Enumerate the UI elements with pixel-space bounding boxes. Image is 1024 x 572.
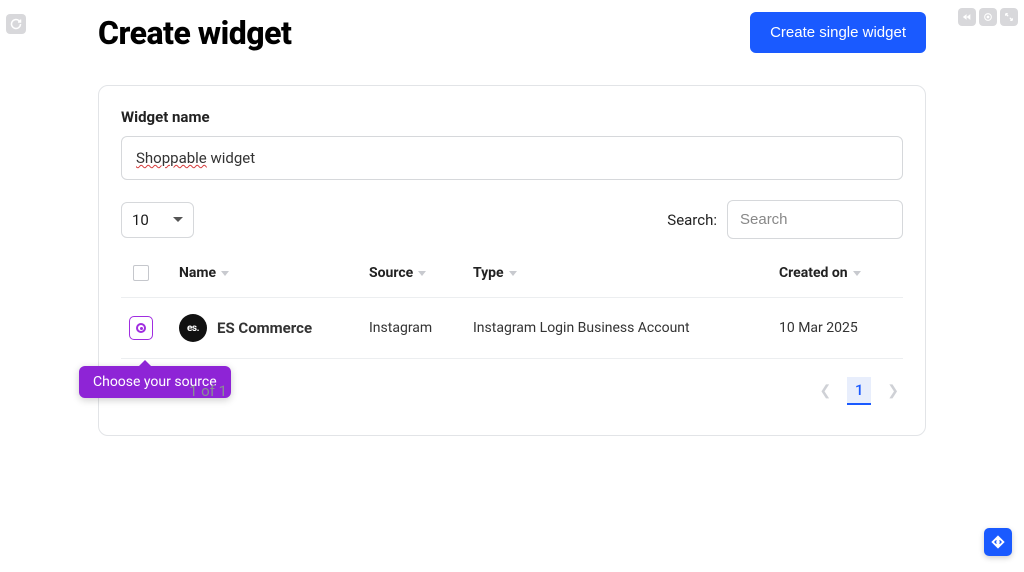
row-type: Instagram Login Business Account — [473, 320, 779, 336]
refresh-button[interactable] — [6, 14, 26, 34]
page-title: Create widget — [98, 14, 291, 52]
chevron-down-icon — [173, 217, 183, 222]
column-source[interactable]: Source — [369, 265, 473, 281]
code-icon — [990, 534, 1006, 550]
avatar: es. — [179, 314, 207, 342]
widget-name-label: Widget name — [121, 108, 903, 126]
row-created: 10 Mar 2025 — [779, 320, 899, 336]
target-icon — [983, 12, 993, 22]
page-next[interactable]: ❯ — [883, 379, 903, 403]
target-button[interactable] — [979, 8, 997, 26]
search-input[interactable] — [727, 200, 903, 239]
create-single-widget-button[interactable]: Create single widget — [750, 12, 926, 53]
sources-table: Name Source Type Created on Choose your … — [121, 251, 903, 359]
column-name[interactable]: Name — [179, 265, 369, 281]
refresh-icon — [10, 18, 22, 30]
column-type[interactable]: Type — [473, 265, 779, 281]
select-all-checkbox[interactable] — [133, 265, 149, 281]
sort-caret-icon — [509, 271, 517, 276]
page-number[interactable]: 1 — [847, 377, 871, 405]
page-prev[interactable]: ❮ — [816, 379, 836, 403]
page-size-value: 10 — [132, 211, 149, 229]
target-dot-icon — [136, 323, 146, 333]
widget-name-input[interactable]: Shoppable widget — [121, 136, 903, 180]
expand-button[interactable] — [1000, 8, 1018, 26]
showing-count: 1 of 1 — [189, 382, 227, 400]
expand-icon — [1004, 12, 1014, 22]
search-label: Search: — [667, 211, 717, 229]
table-header: Name Source Type Created on — [121, 251, 903, 298]
fastback-button[interactable] — [958, 8, 976, 26]
sort-caret-icon — [221, 271, 229, 276]
column-created[interactable]: Created on — [779, 265, 899, 281]
sort-caret-icon — [418, 271, 426, 276]
page-size-select[interactable]: 10 — [121, 202, 194, 238]
sort-caret-icon — [853, 271, 861, 276]
choose-source-indicator[interactable] — [129, 316, 153, 340]
help-fab[interactable] — [984, 528, 1012, 556]
row-source: Instagram — [369, 320, 473, 336]
widget-form-card: Widget name Shoppable widget 10 Search: … — [98, 85, 926, 436]
pagination: ❮ 1 ❯ — [816, 377, 903, 405]
row-name: ES Commerce — [217, 319, 312, 337]
fastback-icon — [962, 12, 972, 22]
table-row[interactable]: Choose your source es. ES Commerce Insta… — [121, 298, 903, 359]
